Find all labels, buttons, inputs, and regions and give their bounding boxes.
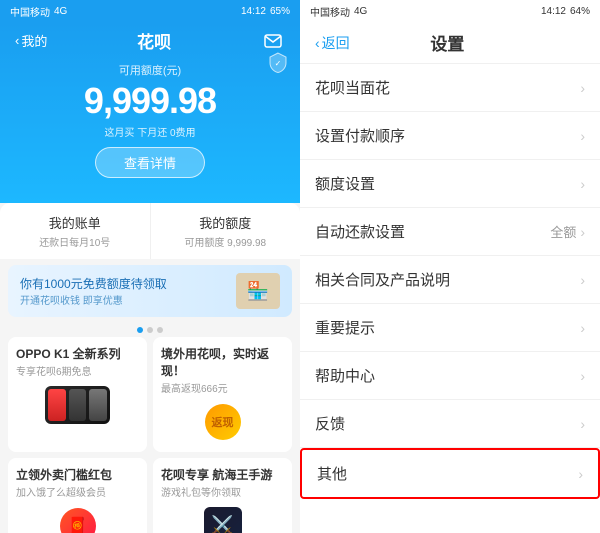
account-bill-title: 我的账单 — [5, 213, 145, 232]
settings-label-0: 花呗当面花 — [315, 77, 390, 98]
shield-icon: ✓ — [268, 52, 288, 72]
settings-label-4: 相关合同及产品说明 — [315, 269, 450, 290]
settings-label-2: 额度设置 — [315, 173, 375, 194]
left-panel: 中国移动 4G 14:12 65% ‹ 我的 花呗 — [0, 0, 300, 533]
settings-item-3[interactable]: 自动还款设置 全额 › — [300, 208, 600, 256]
back-label: 我的 — [21, 31, 47, 50]
settings-item-6[interactable]: 帮助中心 › — [300, 352, 600, 400]
settings-label-3: 自动还款设置 — [315, 221, 405, 242]
right-status-left: 中国移动 4G — [310, 4, 367, 19]
promo-title: 你有1000元免费额度待领取 — [20, 275, 167, 292]
promo-banner[interactable]: 你有1000元免费额度待领取 开通花呗收钱 即享优惠 🏪 — [8, 265, 292, 317]
svg-text:✓: ✓ — [275, 59, 282, 68]
carousel-dots — [0, 323, 300, 337]
account-quota[interactable]: 我的额度 可用额度 9,999.98 — [151, 203, 301, 259]
settings-label-7: 反馈 — [315, 413, 345, 434]
chevron-icon-3: › — [580, 224, 585, 240]
chevron-icon-0: › — [580, 80, 585, 96]
left-header: ‹ 我的 花呗 ✓ 可用额度(元) 9,999.98 这月买 下月还 0费用 查… — [0, 22, 300, 203]
chevron-icon-7: › — [580, 416, 585, 432]
settings-label-8: 其他 — [317, 463, 347, 484]
settings-item-2[interactable]: 额度设置 › — [300, 160, 600, 208]
chevron-icon-5: › — [580, 320, 585, 336]
account-bill[interactable]: 我的账单 还款日每月10号 — [0, 203, 151, 259]
card-takeout-title: 立领外卖门槛红包 — [16, 466, 139, 483]
left-header-title: 花呗 — [47, 28, 261, 53]
card-oppo-img — [16, 382, 139, 427]
card-abroad-title: 境外用花呗，实时返现！ — [161, 345, 284, 379]
credit-amount: 9,999.98 — [15, 80, 285, 122]
right-back-chevron-icon: ‹ — [315, 35, 320, 51]
card-game-sub: 游戏礼包等你领取 — [161, 484, 284, 499]
account-quota-title: 我的额度 — [156, 213, 296, 232]
right-back-button[interactable]: ‹ 返回 — [315, 33, 350, 53]
card-game-img: ⚔️ — [161, 503, 284, 533]
back-button[interactable]: ‹ 我的 — [15, 31, 47, 50]
chevron-icon-2: › — [580, 176, 585, 192]
cards-grid: OPPO K1 全新系列 专享花呗6期免息 境外用花呗，实时返现！ 最高返现66… — [0, 337, 300, 533]
card-abroad-img: 返现 — [161, 399, 284, 444]
promo-text-block: 你有1000元免费额度待领取 开通花呗收钱 即享优惠 — [20, 275, 167, 307]
back-chevron-icon: ‹ — [15, 33, 19, 48]
right-header: ‹ 返回 设置 — [300, 22, 600, 64]
account-row: 我的账单 还款日每月10号 我的额度 可用额度 9,999.98 — [0, 203, 300, 259]
right-carrier: 中国移动 — [310, 4, 350, 19]
right-status-bar: 中国移动 4G 14:12 64% — [300, 0, 600, 22]
left-carrier: 中国移动 — [10, 4, 50, 19]
chevron-icon-8: › — [578, 466, 583, 482]
right-header-title: 设置 — [350, 30, 545, 55]
right-back-label: 返回 — [322, 33, 350, 53]
right-time: 14:12 — [541, 6, 566, 17]
card-oppo-sub: 专享花呗6期免息 — [16, 363, 139, 378]
settings-item-7[interactable]: 反馈 › — [300, 400, 600, 448]
card-game-title: 花呗专享 航海王手游 — [161, 466, 284, 483]
card-takeout[interactable]: 立领外卖门槛红包 加入饿了么超级会员 🧧 — [8, 458, 147, 533]
card-oppo[interactable]: OPPO K1 全新系列 专享花呗6期免息 — [8, 337, 147, 452]
settings-item-4[interactable]: 相关合同及产品说明 › — [300, 256, 600, 304]
promo-sub: 开通花呗收钱 即享优惠 — [20, 292, 167, 307]
card-game[interactable]: 花呗专享 航海王手游 游戏礼包等你领取 ⚔️ — [153, 458, 292, 533]
card-abroad[interactable]: 境外用花呗，实时返现！ 最高返现666元 返现 — [153, 337, 292, 452]
account-quota-sub: 可用额度 9,999.98 — [156, 234, 296, 249]
right-status-right: 14:12 64% — [541, 6, 590, 17]
settings-item-1[interactable]: 设置付款顺序 › — [300, 112, 600, 160]
chevron-icon-1: › — [580, 128, 585, 144]
account-bill-sub: 还款日每月10号 — [5, 234, 145, 249]
credit-sub: 这月买 下月还 0费用 — [15, 124, 285, 139]
dot-3 — [157, 327, 163, 333]
card-oppo-title: OPPO K1 全新系列 — [16, 345, 139, 362]
credit-section: 可用额度(元) 9,999.98 这月买 下月还 0费用 查看详情 — [15, 57, 285, 188]
promo-shop-icon: 🏪 — [236, 273, 280, 309]
dot-2 — [147, 327, 153, 333]
left-nav-row: ‹ 我的 花呗 — [15, 28, 285, 53]
settings-label-6: 帮助中心 — [315, 365, 375, 386]
right-network: 4G — [354, 6, 367, 17]
card-takeout-img: 🧧 — [16, 503, 139, 533]
settings-value-3: 全额 — [550, 222, 576, 241]
card-takeout-sub: 加入饿了么超级会员 — [16, 484, 139, 499]
settings-item-8[interactable]: 其他 › — [300, 448, 600, 499]
card-abroad-sub: 最高返现666元 — [161, 380, 284, 395]
left-battery: 65% — [270, 6, 290, 17]
chevron-icon-6: › — [580, 368, 585, 384]
chevron-icon-4: › — [580, 272, 585, 288]
credit-label: 可用额度(元) — [15, 62, 285, 78]
right-battery: 64% — [570, 6, 590, 17]
dot-1 — [137, 327, 143, 333]
left-status-bar: 中国移动 4G 14:12 65% — [0, 0, 300, 22]
settings-label-5: 重要提示 — [315, 317, 375, 338]
left-time: 14:12 — [241, 6, 266, 17]
right-panel: 中国移动 4G 14:12 64% ‹ 返回 设置 花呗当面花 › 设置付款顺序… — [300, 0, 600, 533]
left-status-left: 中国移动 4G — [10, 4, 67, 19]
settings-list: 花呗当面花 › 设置付款顺序 › 额度设置 › 自动还款设置 全额 › 相关合同… — [300, 64, 600, 533]
settings-item-0[interactable]: 花呗当面花 › — [300, 64, 600, 112]
detail-button[interactable]: 查看详情 — [95, 147, 205, 178]
mail-icon[interactable] — [261, 29, 285, 53]
left-status-right: 14:12 65% — [241, 6, 290, 17]
left-network: 4G — [54, 6, 67, 17]
settings-item-5[interactable]: 重要提示 › — [300, 304, 600, 352]
settings-label-1: 设置付款顺序 — [315, 125, 405, 146]
